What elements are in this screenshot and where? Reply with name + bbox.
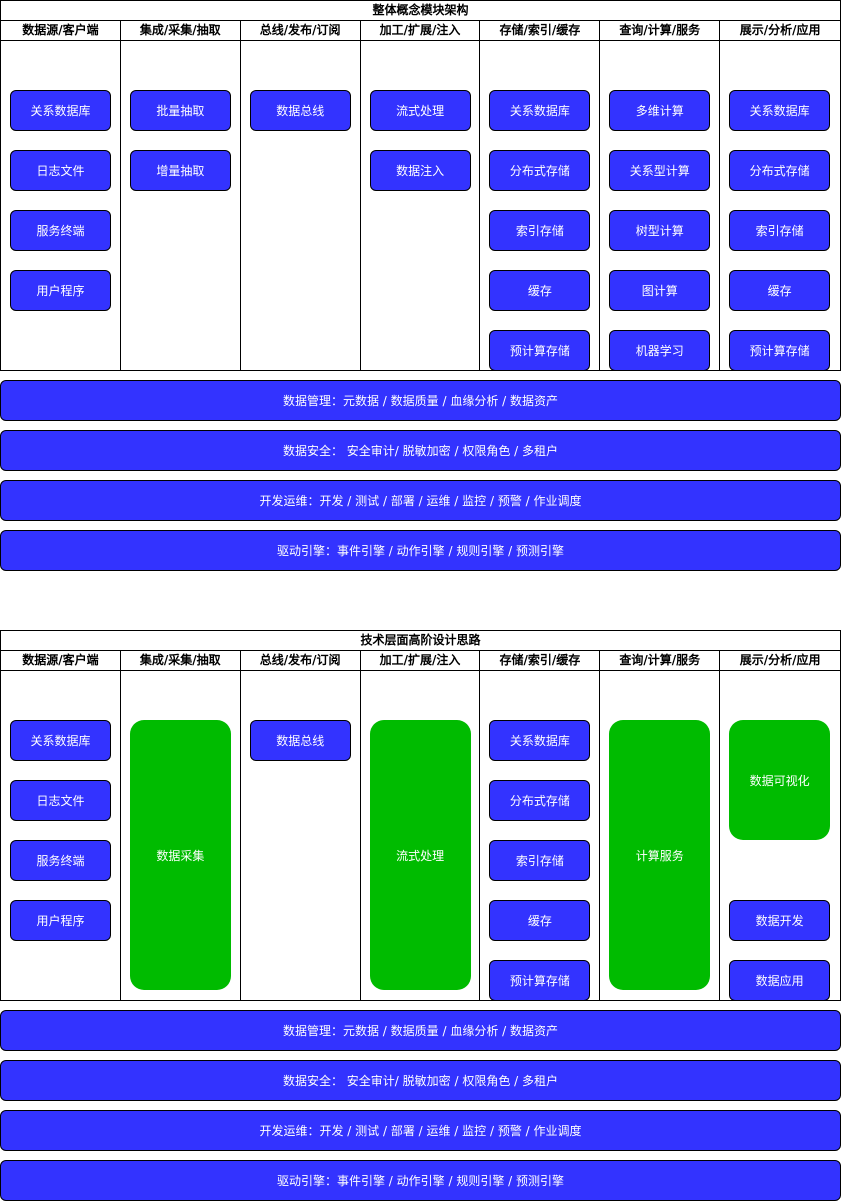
devops-bar: 开发运维：开发 / 测试 / 部署 / 运维 / 监控 / 预警 / 作业调度	[0, 480, 841, 521]
module-box: 流式处理	[369, 90, 471, 131]
column-processing: 加工/扩展/注入 流式处理 数据注入	[360, 21, 481, 370]
module-box: 数据注入	[369, 150, 471, 191]
column-header: 加工/扩展/注入	[360, 21, 480, 41]
module-box: 关系数据库	[489, 720, 591, 761]
module-box: 缓存	[729, 270, 831, 311]
module-box: 数据开发	[729, 900, 831, 941]
module-box: 缓存	[489, 900, 591, 941]
column-storage: 存储/索引/缓存 关系数据库 分布式存储 索引存储 缓存 预计算存储	[480, 651, 601, 1001]
architecture-table: 技术层面高阶设计思路 数据源/客户端 关系数据库 日志文件 服务终端 用户程序 …	[0, 630, 841, 1001]
module-box: 增量抽取	[129, 150, 231, 191]
data-visualization-block: 数据可视化	[729, 720, 831, 840]
module-box: 图计算	[609, 270, 711, 311]
architecture-table: 整体概念模块架构 数据源/客户端 关系数据库 日志文件 服务终端 用户程序 集成…	[0, 0, 841, 371]
data-management-bar: 数据管理：元数据 / 数据质量 / 血缘分析 / 数据资产	[0, 1010, 841, 1051]
driver-engine-bar: 驱动引擎：事件引擎 / 动作引擎 / 规则引擎 / 预测引擎	[0, 1160, 841, 1201]
module-box: 服务终端	[10, 840, 111, 881]
column-presentation: 展示/分析/应用 关系数据库 分布式存储 索引存储 缓存 预计算存储	[720, 21, 841, 371]
diagram-technical-design: 技术层面高阶设计思路 数据源/客户端 关系数据库 日志文件 服务终端 用户程序 …	[0, 630, 841, 1201]
module-box: 数据总线	[249, 720, 351, 761]
column-header: 存储/索引/缓存	[480, 651, 600, 671]
column-integration: 集成/采集/抽取 数据采集	[120, 651, 241, 1000]
column-header: 存储/索引/缓存	[480, 21, 600, 41]
compute-service-block: 计算服务	[609, 720, 711, 990]
column-header: 加工/扩展/注入	[360, 651, 480, 671]
data-management-bar: 数据管理：元数据 / 数据质量 / 血缘分析 / 数据资产	[0, 380, 841, 421]
module-box: 机器学习	[609, 330, 711, 371]
column-header: 查询/计算/服务	[600, 21, 720, 41]
module-box: 日志文件	[10, 780, 111, 821]
column-presentation: 展示/分析/应用 数据可视化 数据开发 数据应用	[720, 651, 841, 1001]
column-header: 查询/计算/服务	[600, 651, 720, 671]
module-box: 关系型计算	[609, 150, 711, 191]
column-header: 数据源/客户端	[1, 651, 120, 671]
module-box: 关系数据库	[729, 90, 831, 131]
column-header: 展示/分析/应用	[720, 651, 841, 671]
module-box: 分布式存储	[489, 150, 591, 191]
column-header: 数据源/客户端	[1, 21, 120, 41]
module-box: 关系数据库	[10, 720, 111, 761]
data-security-bar: 数据安全： 安全审计/ 脱敏加密 / 权限角色 / 多租户	[0, 430, 841, 471]
diagram-overall-architecture: 整体概念模块架构 数据源/客户端 关系数据库 日志文件 服务终端 用户程序 集成…	[0, 0, 841, 571]
module-box: 树型计算	[609, 210, 711, 251]
column-processing: 加工/扩展/注入 流式处理	[360, 651, 481, 1000]
module-box: 数据总线	[249, 90, 351, 131]
diagram-title: 技术层面高阶设计思路	[1, 631, 840, 651]
column-compute: 查询/计算/服务 计算服务	[600, 651, 721, 1000]
column-data-source: 数据源/客户端 关系数据库 日志文件 服务终端 用户程序	[1, 651, 121, 1000]
module-box: 批量抽取	[129, 90, 231, 131]
module-box: 分布式存储	[489, 780, 591, 821]
column-data-source: 数据源/客户端 关系数据库 日志文件 服务终端 用户程序	[1, 21, 121, 370]
column-header: 展示/分析/应用	[720, 21, 841, 41]
module-box: 数据应用	[729, 960, 831, 1001]
module-box: 日志文件	[10, 150, 111, 191]
column-header: 集成/采集/抽取	[120, 21, 240, 41]
column-header: 总线/发布/订阅	[240, 21, 360, 41]
column-bus: 总线/发布/订阅 数据总线	[240, 21, 361, 370]
column-header: 总线/发布/订阅	[240, 651, 360, 671]
column-storage: 存储/索引/缓存 关系数据库 分布式存储 索引存储 缓存 预计算存储	[480, 21, 601, 371]
stream-processing-block: 流式处理	[369, 720, 471, 990]
module-box: 用户程序	[10, 270, 111, 311]
column-bus: 总线/发布/订阅 数据总线	[240, 651, 361, 1000]
module-box: 关系数据库	[489, 90, 591, 131]
diagram-title: 整体概念模块架构	[1, 1, 840, 21]
devops-bar: 开发运维：开发 / 测试 / 部署 / 运维 / 监控 / 预警 / 作业调度	[0, 1110, 841, 1151]
data-security-bar: 数据安全： 安全审计/ 脱敏加密 / 权限角色 / 多租户	[0, 1060, 841, 1101]
module-box: 索引存储	[489, 840, 591, 881]
module-box: 预计算存储	[729, 330, 831, 371]
module-box: 索引存储	[489, 210, 591, 251]
column-compute: 查询/计算/服务 多维计算 关系型计算 树型计算 图计算 机器学习	[600, 21, 721, 371]
data-collection-block: 数据采集	[129, 720, 231, 990]
driver-engine-bar: 驱动引擎：事件引擎 / 动作引擎 / 规则引擎 / 预测引擎	[0, 530, 841, 571]
module-box: 预计算存储	[489, 960, 591, 1001]
column-header: 集成/采集/抽取	[120, 651, 240, 671]
module-box: 用户程序	[10, 900, 111, 941]
module-box: 服务终端	[10, 210, 111, 251]
module-box: 缓存	[489, 270, 591, 311]
module-box: 关系数据库	[10, 90, 111, 131]
module-box: 分布式存储	[729, 150, 831, 191]
module-box: 多维计算	[609, 90, 711, 131]
module-box: 预计算存储	[489, 330, 591, 371]
module-box: 索引存储	[729, 210, 831, 251]
column-integration: 集成/采集/抽取 批量抽取 增量抽取	[120, 21, 241, 370]
